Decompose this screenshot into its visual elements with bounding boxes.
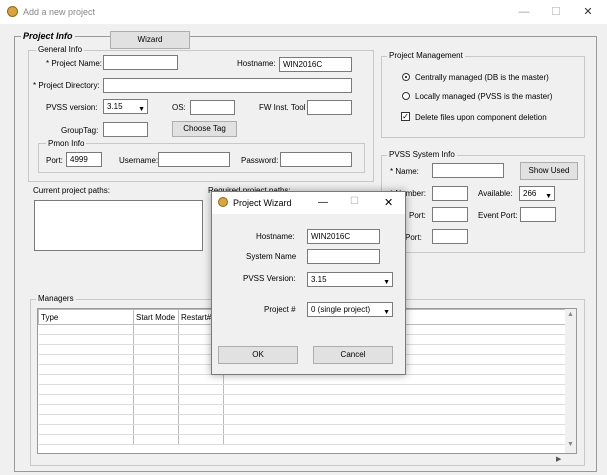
system-name-label: * Name: [390, 167, 419, 176]
chevron-down-icon: ▼ [545, 193, 552, 200]
wizard-cancel-button[interactable]: Cancel [313, 346, 393, 364]
table-row[interactable] [38, 424, 566, 435]
system-number-field[interactable] [432, 186, 468, 201]
pvss-version-select[interactable]: 3.15 ▼ [103, 99, 148, 114]
managers-title: Managers [36, 294, 76, 303]
current-paths-list[interactable] [34, 200, 203, 251]
wizard-hostname-label: Hostname: [256, 232, 295, 241]
wizard-maximize-button[interactable]: ☐ [350, 196, 359, 207]
pmon-password-field[interactable] [280, 152, 352, 167]
central-label: Centrally managed (DB is the master) [415, 73, 549, 82]
chevron-down-icon: ▼ [383, 279, 390, 286]
horizontal-scrollbar[interactable] [38, 454, 577, 465]
wizard-button[interactable]: Wizard [110, 31, 190, 49]
system-name-field[interactable] [432, 163, 504, 178]
project-management-title: Project Management [387, 51, 465, 60]
delete-files-label: Delete files upon component deletion [415, 113, 547, 122]
os-label: OS: [172, 103, 186, 112]
wizard-project-num-label: Project # [264, 305, 296, 314]
fw-inst-label: FW Inst. Tool [259, 103, 306, 112]
available-value: 266 [523, 189, 537, 198]
wizard-system-name-field[interactable] [307, 249, 380, 264]
local-radio[interactable] [402, 92, 410, 100]
table-row[interactable] [38, 384, 566, 395]
current-paths-label: Current project paths: [33, 186, 110, 195]
choose-tag-button[interactable]: Choose Tag [172, 121, 237, 137]
pvss-version-label: PVSS version: [46, 103, 98, 112]
project-dir-label: * Project Directory: [33, 81, 100, 90]
window-title: Add a new project [23, 7, 96, 17]
data-port-label: Port: [409, 211, 426, 220]
local-label: Locally managed (PVSS is the master) [415, 92, 553, 101]
wizard-pvss-version-select[interactable]: 3.15 ▼ [307, 272, 393, 287]
minimize-button[interactable]: — [507, 0, 541, 24]
pmon-username-label: Username: [119, 156, 159, 165]
available-label: Available: [478, 189, 513, 198]
event-port-field[interactable] [520, 207, 556, 222]
pmon-info-title: Pmon Info [46, 139, 87, 148]
available-select[interactable]: 266 ▼ [519, 186, 555, 201]
hostname-label: Hostname: [237, 59, 276, 68]
app-icon [7, 6, 18, 17]
wizard-title: Project Wizard [233, 198, 292, 208]
wizard-system-name-label: System Name [246, 252, 297, 261]
project-name-field[interactable] [103, 55, 178, 70]
wizard-app-icon [218, 197, 228, 207]
pmon-port-label: Port: [46, 156, 63, 165]
scroll-up-icon[interactable]: ▲ [567, 311, 574, 318]
scroll-down-icon[interactable]: ▼ [567, 441, 574, 448]
fw-inst-field[interactable] [307, 100, 352, 115]
chevron-down-icon: ▼ [138, 106, 145, 113]
close-button[interactable]: ✕ [571, 0, 605, 24]
project-name-label: * Project Name: [46, 59, 103, 68]
pvss-system-title: PVSS System Info [387, 150, 457, 159]
central-radio[interactable] [402, 73, 410, 81]
project-info-title: Project Info [21, 31, 75, 41]
os-field[interactable] [190, 100, 235, 115]
pmon-password-label: Password: [241, 156, 279, 165]
wizard-minimize-button[interactable]: — [318, 197, 328, 208]
other-port-label: Port: [405, 233, 422, 242]
grouptag-field[interactable] [103, 122, 148, 137]
maximize-button[interactable]: ☐ [539, 0, 573, 24]
scroll-right-icon[interactable]: ▶ [556, 455, 561, 463]
grouptag-label: GroupTag: [61, 126, 99, 135]
vertical-scrollbar[interactable] [565, 309, 576, 453]
col-start-mode[interactable]: Start Mode [133, 309, 179, 325]
delete-files-checkbox[interactable]: ✓ [401, 112, 410, 121]
wizard-hostname-field[interactable]: WIN2016C [307, 229, 380, 244]
title-bar: Add a new project — ☐ ✕ [0, 0, 607, 24]
wizard-project-num-select[interactable]: 0 (single project) ▼ [307, 302, 393, 317]
wizard-pvss-version-label: PVSS Version: [243, 274, 296, 283]
hostname-field[interactable]: WIN2016C [279, 57, 352, 72]
wizard-ok-button[interactable]: OK [218, 346, 298, 364]
table-row[interactable] [38, 374, 566, 385]
wizard-pvss-version-value: 3.15 [311, 275, 327, 284]
table-row[interactable] [38, 414, 566, 425]
general-info-title: General Info [36, 45, 85, 54]
pmon-port-field[interactable]: 4999 [66, 152, 102, 167]
table-row[interactable] [38, 434, 566, 445]
wizard-project-num-value: 0 (single project) [311, 305, 371, 314]
col-type[interactable]: Type [38, 309, 134, 325]
show-used-button[interactable]: Show Used [520, 162, 578, 180]
wizard-close-button[interactable]: ✕ [384, 196, 393, 209]
data-port-field[interactable] [432, 207, 468, 222]
other-port-field[interactable] [432, 229, 468, 244]
chevron-down-icon: ▼ [383, 309, 390, 316]
event-port-label: Event Port: [478, 211, 518, 220]
pvss-version-value: 3.15 [107, 102, 123, 111]
table-row[interactable] [38, 404, 566, 415]
project-dir-field[interactable] [103, 78, 352, 93]
pmon-username-field[interactable] [158, 152, 230, 167]
table-row[interactable] [38, 394, 566, 405]
